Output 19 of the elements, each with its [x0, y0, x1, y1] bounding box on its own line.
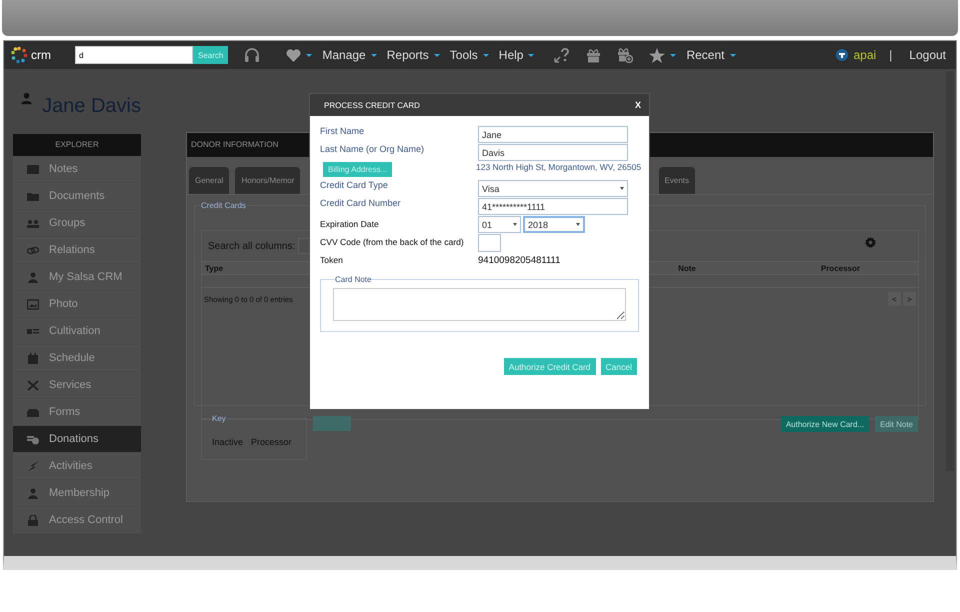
- fieldset-legend: Key: [212, 414, 226, 423]
- field-label: Credit Card Type: [320, 180, 388, 190]
- search-label: Search all columns:: [208, 240, 296, 252]
- field-label: Expiration Date: [320, 219, 379, 229]
- fieldset-legend: Card Note: [335, 275, 372, 284]
- separator-text: |: [889, 48, 892, 62]
- key-label: Processor: [251, 436, 292, 447]
- field-label: Credit Card Number: [320, 198, 401, 208]
- field-label: First Name: [320, 126, 364, 136]
- dialog-title: PROCESS CREDIT CARD: [324, 100, 420, 110]
- field-label: CVV Code (from the back of the card): [320, 237, 464, 247]
- field-label: Token: [320, 255, 343, 265]
- key-label: Inactive: [212, 436, 244, 447]
- logo-text: crm: [31, 48, 51, 62]
- token-value: 9410098205481111: [478, 255, 560, 266]
- sidebar-header: EXPLORER: [13, 134, 141, 156]
- address-text: 123 North High St, Morgantown, WV, 26505: [476, 162, 642, 172]
- fieldset-legend: Credit Cards: [201, 201, 246, 210]
- field-label: Last Name (or Org Name): [320, 144, 424, 154]
